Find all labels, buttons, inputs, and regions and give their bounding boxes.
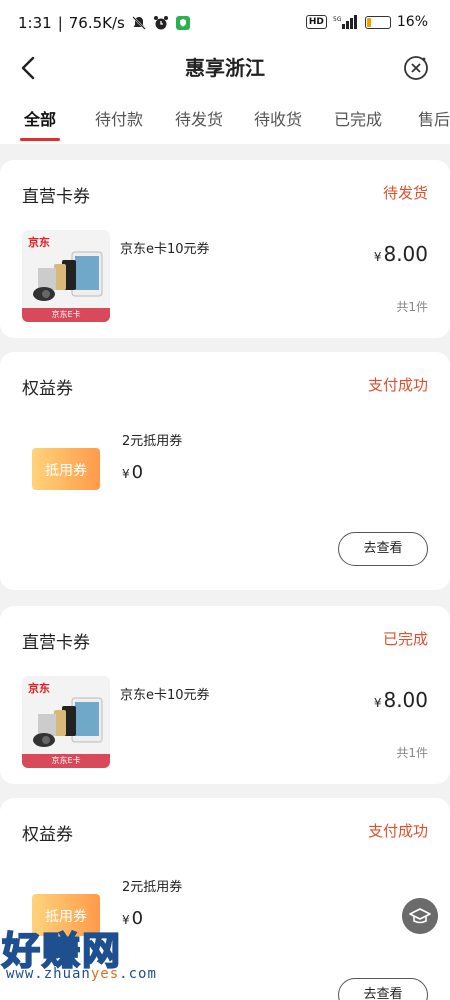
item-count: 共1件 xyxy=(396,300,428,314)
mute-bell-icon xyxy=(132,16,146,30)
order-card[interactable]: 直营卡券 待发货 京东 京东E卡 京东e卡10元券 ¥8.00 共1件 xyxy=(0,160,450,338)
svg-text:5G: 5G xyxy=(333,16,342,23)
nav-bar: 惠享浙江 xyxy=(0,44,450,92)
top-header: 1:31 | 76.5K/s HD 5G 16% 惠享浙江 全部 待付款 待发货… xyxy=(0,0,450,144)
product-image: 京东 京东E卡 xyxy=(22,676,110,768)
alarm-icon xyxy=(153,16,168,30)
coupon-image: 抵用券 xyxy=(32,448,100,490)
site-watermark: 好赚网 www.zhuanyes.com xyxy=(1,920,212,1000)
order-category: 权益券 xyxy=(22,825,73,845)
tab-completed[interactable]: 已完成 xyxy=(334,106,382,130)
shield-icon xyxy=(175,16,190,30)
item-name: 2元抵用券 xyxy=(122,434,183,449)
graduation-cap-icon[interactable] xyxy=(402,898,438,934)
tab-all[interactable]: 全部 xyxy=(24,106,56,130)
item-price: ¥8.00 xyxy=(373,688,428,712)
network-speed: 76.5K/s xyxy=(68,14,125,32)
view-button[interactable]: 去查看 xyxy=(338,978,428,1000)
status-bar: 1:31 | 76.5K/s HD 5G 16% xyxy=(18,14,428,32)
tab-pending-shipment[interactable]: 待发货 xyxy=(175,106,223,130)
battery-level: 16% xyxy=(396,14,428,30)
hd-badge: HD xyxy=(305,15,327,29)
order-status: 待发货 xyxy=(382,184,428,202)
order-tabs: 全部 待付款 待发货 待收货 已完成 售后 xyxy=(0,96,450,144)
status-time: 1:31 xyxy=(18,14,52,32)
item-count: 共1件 xyxy=(396,746,428,760)
item-name: 京东e卡10元券 xyxy=(120,242,210,257)
thumb-band: 京东E卡 xyxy=(22,308,110,322)
order-category: 直营卡券 xyxy=(22,187,90,207)
order-category: 权益券 xyxy=(22,379,73,399)
order-category: 直营卡券 xyxy=(22,633,90,653)
item-name: 京东e卡10元券 xyxy=(120,688,210,703)
product-devices-image xyxy=(33,697,103,747)
active-tab-indicator xyxy=(20,138,60,141)
battery-icon xyxy=(364,15,391,29)
tab-pending-receipt[interactable]: 待收货 xyxy=(254,106,302,130)
tab-after-sales[interactable]: 售后 xyxy=(418,106,450,130)
product-image: 京东 京东E卡 xyxy=(22,230,110,322)
order-status: 支付成功 xyxy=(367,376,428,394)
tab-pending-payment[interactable]: 待付款 xyxy=(95,106,143,130)
product-devices-image xyxy=(33,251,103,301)
page-title: 惠享浙江 xyxy=(185,56,265,80)
thumb-band: 京东E卡 xyxy=(22,754,110,768)
item-price: ¥0 xyxy=(122,462,144,483)
view-button[interactable]: 去查看 xyxy=(338,532,428,566)
item-price: ¥8.00 xyxy=(373,242,428,266)
order-status: 支付成功 xyxy=(367,822,428,840)
close-mini-program-icon[interactable] xyxy=(402,54,430,82)
order-status: 已完成 xyxy=(382,630,428,648)
item-name: 2元抵用券 xyxy=(122,880,183,895)
signal-icon: 5G xyxy=(333,15,357,29)
order-card[interactable]: 直营卡券 已完成 京东 京东E卡 京东e卡10元券 ¥8.00 共1件 xyxy=(0,606,450,784)
order-card[interactable]: 权益券 支付成功 抵用券 2元抵用券 ¥0 去查看 xyxy=(0,352,450,590)
watermark-url: www.zhuanyes.com xyxy=(6,966,157,982)
